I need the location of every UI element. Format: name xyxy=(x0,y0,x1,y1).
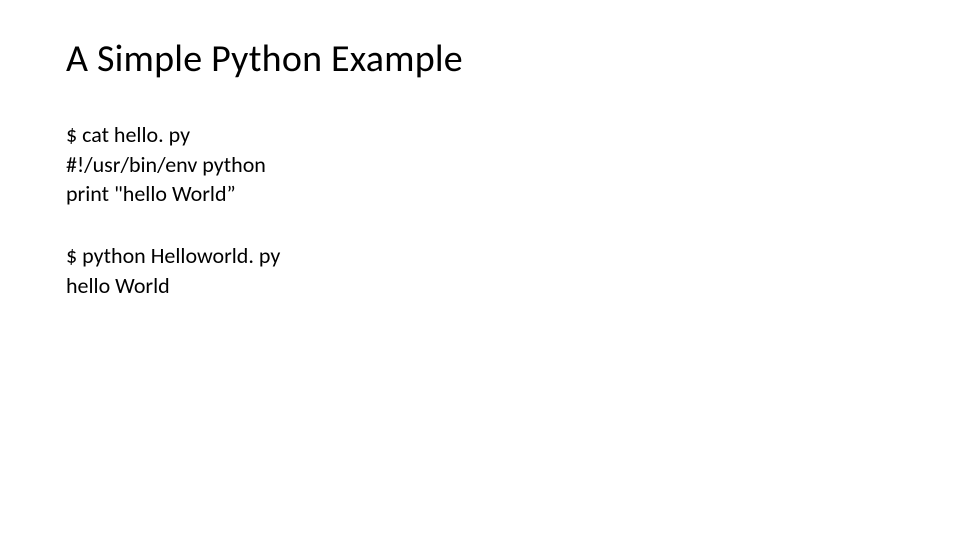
slide-title: A Simple Python Example xyxy=(66,36,894,82)
code-line: hello World xyxy=(66,271,894,301)
code-line: #!/usr/bin/env python xyxy=(66,150,894,180)
code-line: print "hello World” xyxy=(66,179,894,209)
code-line: $ cat hello. py xyxy=(66,120,894,150)
code-block-1: $ cat hello. py #!/usr/bin/env python pr… xyxy=(66,120,894,209)
code-block-2: $ python Helloworld. py hello World xyxy=(66,241,894,300)
code-line: $ python Helloworld. py xyxy=(66,241,894,271)
